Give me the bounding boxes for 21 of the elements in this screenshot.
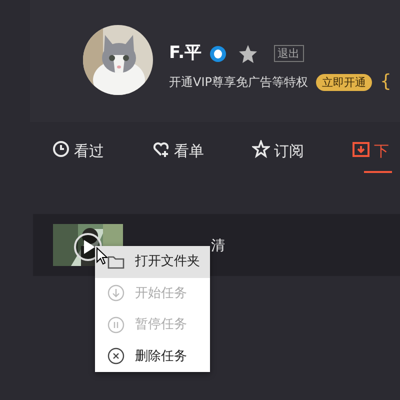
cursor-icon (96, 247, 108, 265)
star-icon (252, 140, 270, 158)
close-icon (107, 347, 125, 366)
menu-item[interactable]: 打开文件夹 (95, 246, 210, 278)
bracket-text: { (380, 73, 392, 91)
menu-item[interactable]: 删除任务 (95, 340, 210, 372)
tab-underline (364, 171, 392, 173)
logout-button[interactable]: 退出 (274, 44, 304, 62)
video-title: 清 (211, 237, 225, 256)
vip-button[interactable]: 立即开通 (316, 74, 372, 90)
tab[interactable]: 看过 (52, 134, 104, 176)
heart-icon (152, 140, 170, 158)
tab[interactable]: 下 (352, 134, 397, 176)
download-icon (352, 140, 370, 158)
user-name: F.平 (169, 43, 202, 63)
pause-icon (107, 316, 125, 334)
vip-promo-text: 开通VIP尊享免广告等特权 (169, 74, 308, 91)
tab[interactable]: 订阅 (252, 134, 304, 176)
down-icon (107, 284, 125, 302)
clock-icon (52, 140, 70, 158)
tab[interactable]: 看单 (152, 134, 204, 176)
